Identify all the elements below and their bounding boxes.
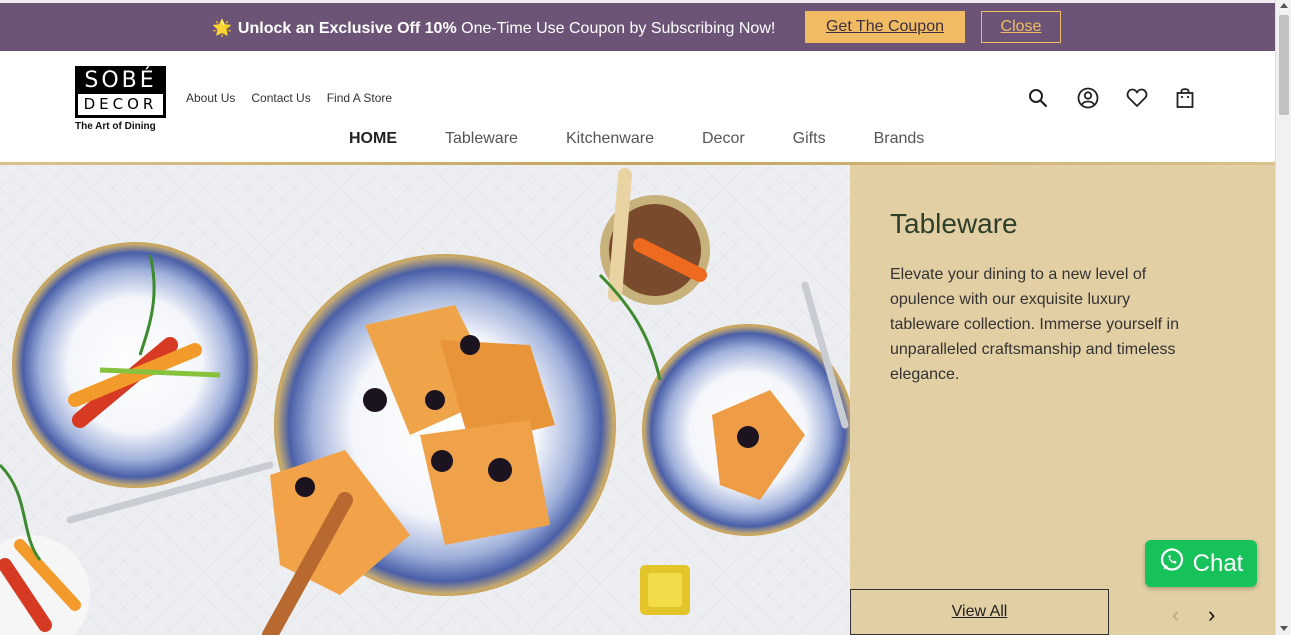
carousel-prev-arrow-icon[interactable]: ‹	[1172, 602, 1179, 628]
chat-button[interactable]: Chat	[1145, 540, 1257, 587]
logo-top-text: SOBÉ	[84, 68, 157, 93]
announcement-bar: 🌟 Unlock an Exclusive Off 10% One-Time Us…	[0, 0, 1275, 51]
star-icon: 🌟	[212, 20, 232, 37]
nav-item-home[interactable]: HOME	[349, 130, 397, 148]
hero-image	[0, 165, 850, 635]
top-links: About Us Contact Us Find A Store	[186, 91, 392, 105]
nav-item-gifts[interactable]: Gifts	[793, 130, 826, 148]
hero-title: Tableware	[890, 208, 1018, 239]
site-logo[interactable]: SOBÉ DECOR The Art of Dining	[75, 66, 167, 132]
nav-item-brands[interactable]: Brands	[874, 130, 925, 148]
search-icon[interactable]	[1028, 86, 1048, 110]
whatsapp-icon	[1159, 547, 1185, 580]
wishlist-heart-icon[interactable]	[1126, 86, 1148, 110]
hero-description: Elevate your dining to a new level of op…	[890, 266, 1180, 383]
chat-label: Chat	[1192, 549, 1244, 577]
scrollbar-thumb[interactable]	[1279, 15, 1289, 115]
find-a-store-link[interactable]: Find A Store	[327, 91, 392, 105]
nav-item-decor[interactable]: Decor	[702, 130, 745, 148]
header-icons	[1028, 86, 1195, 110]
announcement-bold: Unlock an Exclusive Off 10%	[237, 20, 457, 37]
cart-bag-icon[interactable]	[1175, 86, 1195, 110]
main-nav: HOME Tableware Kitchenware Decor Gifts B…	[349, 130, 972, 148]
carousel-next-arrow-icon[interactable]: ›	[1208, 602, 1215, 628]
account-icon[interactable]	[1077, 86, 1099, 110]
announcement-message: One-Time Use Coupon by Subscribing Now!	[456, 20, 776, 37]
scroll-down-arrow-icon[interactable]	[1280, 626, 1288, 631]
announcement-text: 🌟 Unlock an Exclusive Off 10% One-Time Us…	[212, 18, 775, 38]
close-announcement-button[interactable]: Close	[981, 11, 1061, 43]
about-us-link[interactable]: About Us	[186, 91, 235, 105]
scroll-up-arrow-icon[interactable]	[1280, 3, 1288, 8]
get-coupon-button[interactable]: Get The Coupon	[805, 11, 965, 43]
logo-tagline: The Art of Dining	[75, 121, 156, 132]
nav-item-tableware[interactable]: Tableware	[445, 130, 518, 148]
view-all-button[interactable]: View All	[850, 589, 1109, 635]
contact-us-link[interactable]: Contact Us	[251, 91, 310, 105]
nav-item-kitchenware[interactable]: Kitchenware	[566, 130, 654, 148]
page-scrollbar[interactable]	[1275, 0, 1291, 635]
logo-mark: SOBÉ DECOR	[75, 66, 166, 118]
logo-bottom-text: DECOR	[78, 94, 163, 115]
